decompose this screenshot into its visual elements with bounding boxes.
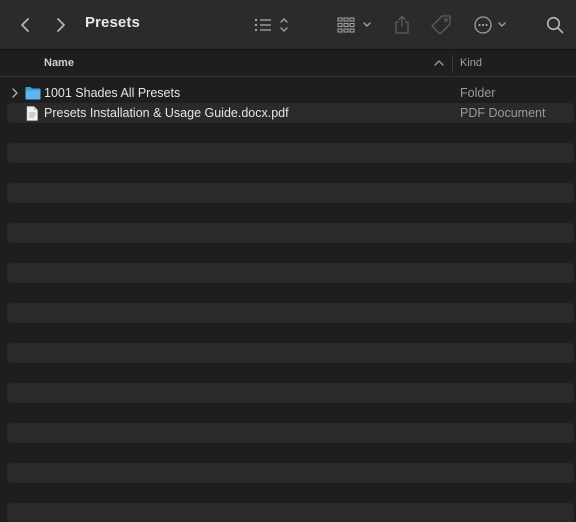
share-button[interactable] <box>390 0 414 50</box>
empty-row-stripe <box>7 183 574 203</box>
empty-row-stripe <box>7 303 574 323</box>
empty-row-stripe <box>7 503 574 522</box>
file-kind: Folder <box>460 86 496 100</box>
share-icon <box>395 15 409 34</box>
search-button[interactable] <box>542 0 568 50</box>
column-name-header[interactable]: Name <box>44 57 74 69</box>
file-name: Presets Installation & Usage Guide.docx.… <box>44 106 289 120</box>
group-button[interactable] <box>336 0 376 50</box>
tags-button[interactable] <box>428 0 454 50</box>
ellipsis-circle-icon <box>474 16 506 34</box>
empty-row-stripe <box>7 223 574 243</box>
file-row[interactable]: 1001 Shades All Presets Folder <box>7 83 574 103</box>
column-divider[interactable] <box>452 55 453 73</box>
empty-row-stripe <box>7 383 574 403</box>
sort-ascending-icon[interactable] <box>433 58 445 68</box>
finder-window: Presets Name Kind 1001 Shades All Preset… <box>0 0 576 522</box>
window-title: Presets <box>85 14 140 31</box>
search-icon <box>546 16 564 34</box>
forward-button[interactable] <box>48 0 74 50</box>
column-header: Name Kind <box>0 51 576 77</box>
back-button[interactable] <box>12 0 38 50</box>
tag-icon <box>431 15 451 35</box>
empty-row-stripe <box>7 143 574 163</box>
list-view-icon <box>254 18 288 32</box>
document-icon <box>26 106 38 121</box>
chevron-left-icon <box>21 18 29 32</box>
toolbar: Presets <box>0 0 576 50</box>
more-actions-button[interactable] <box>472 0 512 50</box>
chevron-right-icon <box>57 18 65 32</box>
empty-row-stripe <box>7 263 574 283</box>
file-kind: PDF Document <box>460 106 546 120</box>
disclosure-triangle-icon[interactable] <box>11 87 19 99</box>
view-options-button[interactable] <box>252 0 292 50</box>
file-row[interactable]: Presets Installation & Usage Guide.docx.… <box>7 103 574 123</box>
empty-row-stripe <box>7 423 574 443</box>
folder-icon <box>25 87 41 100</box>
column-kind-header[interactable]: Kind <box>460 57 482 69</box>
empty-row-stripe <box>7 463 574 483</box>
empty-row-stripe <box>7 343 574 363</box>
grid-group-icon <box>337 17 371 33</box>
file-name: 1001 Shades All Presets <box>44 86 181 100</box>
